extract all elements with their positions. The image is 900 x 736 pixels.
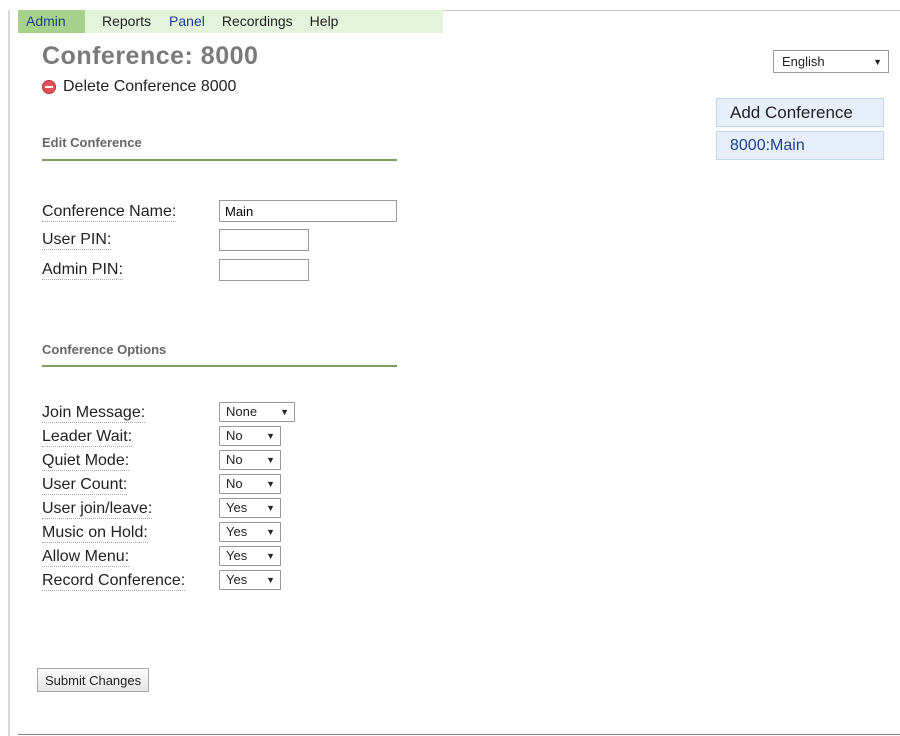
edit-conference-rule bbox=[42, 159, 397, 161]
delete-conference-label: Delete Conference 8000 bbox=[63, 78, 237, 95]
music-on-hold-select[interactable]: Yes ▼ bbox=[219, 522, 281, 542]
admin-pin-label: Admin PIN: bbox=[42, 261, 123, 280]
nav-panel[interactable]: Panel bbox=[169, 10, 205, 33]
bottom-divider bbox=[18, 734, 900, 735]
chevron-down-icon: ▼ bbox=[280, 407, 289, 417]
language-select[interactable]: English ▼ bbox=[773, 50, 889, 73]
join-message-select[interactable]: None ▼ bbox=[219, 402, 295, 422]
user-count-label: User Count: bbox=[42, 476, 128, 495]
allow-menu-value: Yes bbox=[226, 548, 248, 563]
minus-circle-icon bbox=[42, 80, 56, 94]
nav-admin[interactable]: Admin bbox=[18, 10, 85, 33]
user-count-select[interactable]: No ▼ bbox=[219, 474, 281, 494]
chevron-down-icon: ▼ bbox=[266, 479, 275, 489]
join-message-label: Join Message: bbox=[42, 404, 146, 423]
user-join-leave-label: User join/leave: bbox=[42, 500, 153, 519]
language-selected-value: English bbox=[782, 54, 825, 69]
allow-menu-label: Allow Menu: bbox=[42, 548, 130, 567]
chevron-down-icon: ▼ bbox=[266, 575, 275, 585]
submit-changes-button[interactable]: Submit Changes bbox=[37, 668, 150, 692]
join-message-value: None bbox=[226, 404, 258, 419]
conference-name-label: Conference Name: bbox=[42, 203, 177, 222]
leader-wait-label: Leader Wait: bbox=[42, 428, 133, 447]
chevron-down-icon: ▼ bbox=[266, 431, 275, 441]
leader-wait-value: No bbox=[226, 428, 243, 443]
record-conference-select[interactable]: Yes ▼ bbox=[219, 570, 281, 590]
add-conference-button[interactable]: Add Conference bbox=[716, 98, 884, 127]
page-left-border bbox=[8, 10, 10, 736]
chevron-down-icon: ▼ bbox=[266, 455, 275, 465]
page-title: Conference: 8000 bbox=[42, 42, 259, 70]
quiet-mode-select[interactable]: No ▼ bbox=[219, 450, 281, 470]
delete-conference-link[interactable]: Delete Conference 8000 bbox=[42, 78, 236, 96]
nav-reports[interactable]: Reports bbox=[102, 10, 151, 33]
music-on-hold-label: Music on Hold: bbox=[42, 524, 148, 543]
conference-name-input[interactable] bbox=[219, 200, 397, 222]
user-pin-label: User PIN: bbox=[42, 231, 112, 250]
conference-options-heading: Conference Options bbox=[42, 342, 167, 357]
nav-recordings[interactable]: Recordings bbox=[222, 10, 293, 33]
admin-pin-input[interactable] bbox=[219, 259, 309, 281]
music-on-hold-value: Yes bbox=[226, 524, 248, 539]
quiet-mode-label: Quiet Mode: bbox=[42, 452, 130, 471]
top-nav: Admin Reports Panel Recordings Help bbox=[18, 10, 443, 33]
chevron-down-icon: ▼ bbox=[266, 551, 275, 561]
user-join-leave-select[interactable]: Yes ▼ bbox=[219, 498, 281, 518]
sidebar-item-8000-main[interactable]: 8000:Main bbox=[716, 131, 884, 160]
quiet-mode-value: No bbox=[226, 452, 243, 467]
record-conference-label: Record Conference: bbox=[42, 572, 186, 591]
chevron-down-icon: ▼ bbox=[266, 527, 275, 537]
edit-conference-heading: Edit Conference bbox=[42, 135, 142, 150]
record-conference-value: Yes bbox=[226, 572, 248, 587]
allow-menu-select[interactable]: Yes ▼ bbox=[219, 546, 281, 566]
user-count-value: No bbox=[226, 476, 243, 491]
user-join-leave-value: Yes bbox=[226, 500, 248, 515]
nav-help[interactable]: Help bbox=[310, 10, 339, 33]
leader-wait-select[interactable]: No ▼ bbox=[219, 426, 281, 446]
chevron-down-icon: ▼ bbox=[873, 57, 882, 67]
top-divider bbox=[443, 10, 900, 11]
chevron-down-icon: ▼ bbox=[266, 503, 275, 513]
conference-options-rule bbox=[42, 365, 397, 367]
user-pin-input[interactable] bbox=[219, 229, 309, 251]
